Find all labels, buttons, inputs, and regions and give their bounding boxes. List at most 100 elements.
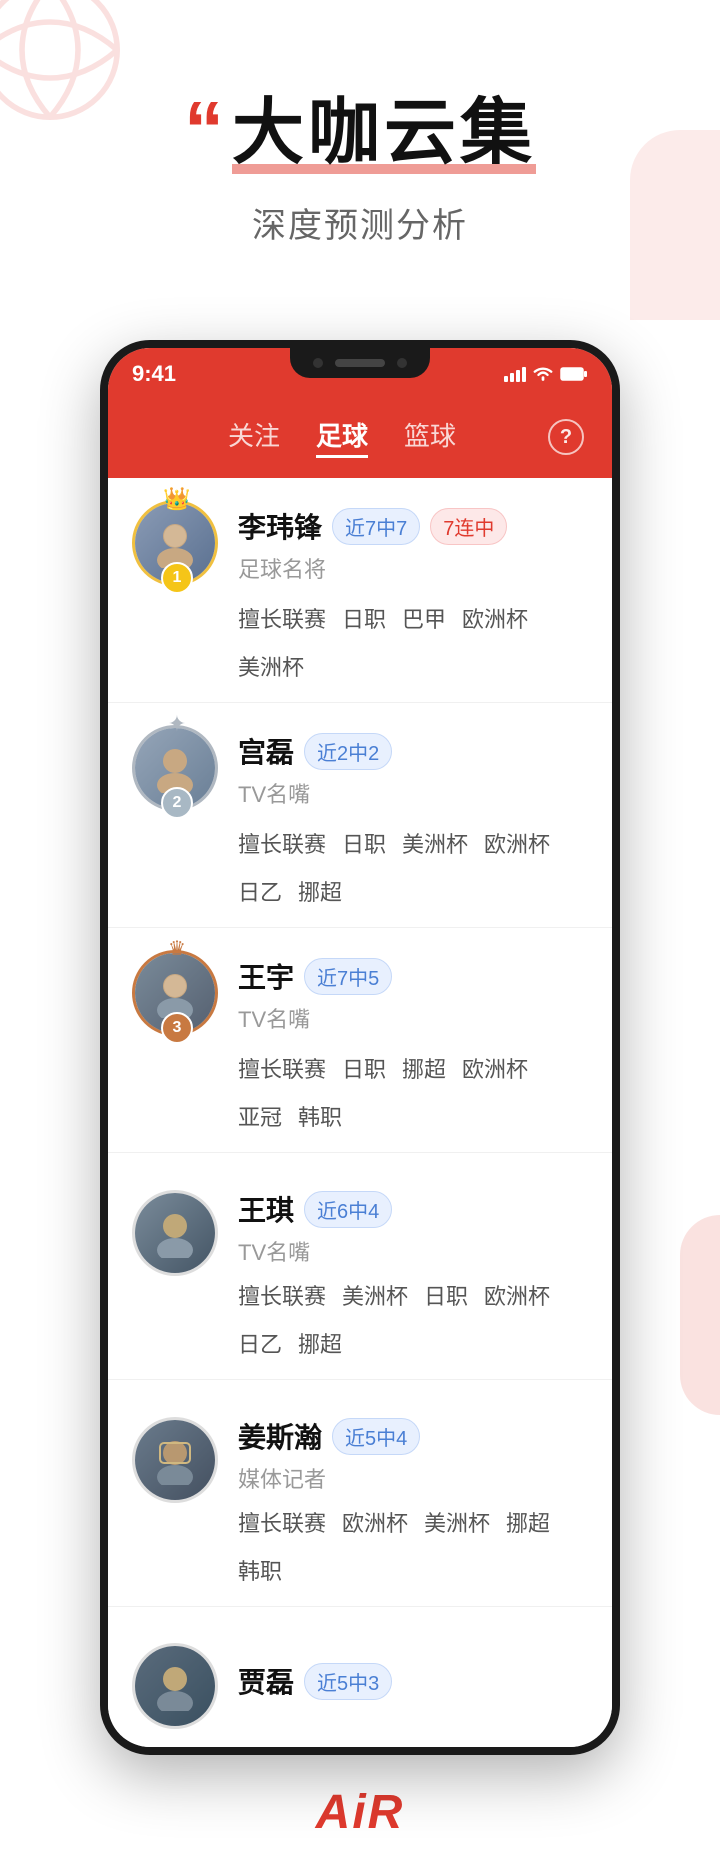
expert-info: 王宇 近7中5 TV名嘴 [238, 956, 588, 1034]
tab-follow[interactable]: 关注 [228, 416, 280, 458]
help-button[interactable]: ? [548, 419, 584, 455]
league-tag: 欧洲杯 [484, 827, 550, 859]
crown-icon: ✦ [168, 711, 186, 737]
league-tag: 日职 [342, 602, 386, 634]
tab-football[interactable]: 足球 [316, 416, 368, 458]
expert-top-row: 王琪 近6中4 TV名嘴 [132, 1175, 588, 1267]
stat-tag: 近6中4 [304, 1191, 392, 1228]
avatar-wrapper [132, 1629, 222, 1719]
expert-item[interactable]: 👑 1 [108, 478, 612, 703]
league-tag: 欧洲杯 [342, 1506, 408, 1538]
expert-name: 姜斯瀚 [238, 1416, 322, 1456]
league-tag: 日乙 [238, 1327, 282, 1359]
tab-basketball[interactable]: 篮球 [404, 416, 456, 458]
expert-name: 宫磊 [238, 731, 294, 771]
expert-leagues: 擅长联赛 欧洲杯 美洲杯 挪超 韩职 [132, 1506, 588, 1586]
status-time: 9:41 [132, 361, 176, 387]
league-tag: 擅长联赛 [238, 1506, 326, 1538]
quote-mark: “ [184, 90, 224, 170]
expert-item[interactable]: ♛ 3 [108, 928, 612, 1153]
expert-name-row: 贾磊 近5中3 [238, 1661, 588, 1701]
expert-role: TV名嘴 [238, 777, 588, 809]
expert-role: TV名嘴 [238, 1235, 588, 1267]
avatar [132, 1190, 218, 1276]
league-tag: 擅长联赛 [238, 827, 326, 859]
league-tag: 擅长联赛 [238, 602, 326, 634]
notch-dot-2 [397, 358, 407, 368]
league-tag: 美洲杯 [402, 827, 468, 859]
expert-info: 贾磊 近5中3 [238, 1647, 588, 1701]
stat-tag: 近2中2 [304, 733, 392, 770]
league-tag: 美洲杯 [238, 650, 304, 682]
league-tag: 巴甲 [402, 602, 446, 634]
expert-name: 王琪 [238, 1189, 294, 1229]
expert-leagues: 擅长联赛 日职 美洲杯 欧洲杯 日乙 挪超 [132, 827, 588, 907]
avatar-wrapper: ♛ 3 [132, 950, 222, 1040]
signal-icon [504, 366, 526, 382]
stat-tag: 近7中7 [332, 508, 420, 545]
league-tag: 美洲杯 [424, 1506, 490, 1538]
expert-top-row: ♛ 3 [132, 950, 588, 1040]
crown-icon: ♛ [168, 936, 186, 961]
expert-info: 王琪 近6中4 TV名嘴 [238, 1175, 588, 1267]
rank-badge: 3 [161, 1012, 193, 1044]
battery-icon [560, 366, 588, 382]
expert-item[interactable]: ✦ 2 宫磊 [108, 703, 612, 928]
expert-name-row: 李玮锋 近7中7 7连中 [238, 506, 588, 546]
notch [290, 348, 430, 378]
rank-badge: 1 [161, 562, 193, 594]
hero-title: 大咖云集 [232, 93, 536, 173]
expert-name: 李玮锋 [238, 506, 322, 546]
app-header: 关注 足球 篮球 ? [108, 400, 612, 478]
expert-name-row: 宫磊 近2中2 [238, 731, 588, 771]
league-tag: 韩职 [298, 1100, 342, 1132]
wifi-icon [532, 366, 554, 382]
phone-frame: 9:41 [100, 340, 620, 1755]
league-tag: 日职 [424, 1279, 468, 1311]
league-tag: 擅长联赛 [238, 1279, 326, 1311]
hero-subtitle: 深度预测分析 [252, 198, 468, 247]
expert-info: 李玮锋 近7中7 7连中 足球名将 [238, 506, 588, 584]
expert-item[interactable]: 贾磊 近5中3 [108, 1607, 612, 1727]
hero-section: “ 大咖云集 深度预测分析 [0, 0, 720, 320]
avatar [132, 1417, 218, 1503]
league-tag: 挪超 [506, 1506, 550, 1538]
league-tag: 挪超 [402, 1052, 446, 1084]
status-bar: 9:41 [108, 348, 612, 400]
expert-name-row: 姜斯瀚 近5中4 [238, 1416, 588, 1456]
expert-item[interactable]: 姜斯瀚 近5中4 媒体记者 擅长联赛 欧洲杯 美洲杯 挪超 韩职 [108, 1380, 612, 1607]
expert-leagues: 擅长联赛 美洲杯 日职 欧洲杯 日乙 挪超 [132, 1279, 588, 1359]
league-tag: 亚冠 [238, 1100, 282, 1132]
league-tag: 日职 [342, 827, 386, 859]
rank-badge: 2 [161, 787, 193, 819]
streak-tag: 7连中 [430, 508, 507, 545]
avatar-wrapper: ✦ 2 [132, 725, 222, 815]
notch-dot-1 [313, 358, 323, 368]
league-tag: 欧洲杯 [484, 1279, 550, 1311]
nav-tabs[interactable]: 关注 足球 篮球 [136, 416, 548, 458]
avatar-wrapper: 👑 1 [132, 500, 222, 590]
phone-mockup: 9:41 [0, 320, 720, 1815]
expert-top-row: 贾磊 近5中3 [132, 1629, 588, 1719]
expert-top-row: 👑 1 [132, 500, 588, 590]
red-decoration [680, 1215, 720, 1415]
avatar-wrapper [132, 1176, 222, 1266]
notch-speaker [335, 359, 385, 367]
league-tag: 挪超 [298, 1327, 342, 1359]
stat-tag: 近7中5 [304, 958, 392, 995]
stat-tag: 近5中4 [332, 1418, 420, 1455]
expert-name-row: 王宇 近7中5 [238, 956, 588, 996]
avatar-wrapper [132, 1403, 222, 1493]
expert-role: TV名嘴 [238, 1002, 588, 1034]
league-tag: 擅长联赛 [238, 1052, 326, 1084]
expert-list: 👑 1 [108, 478, 612, 1747]
expert-item[interactable]: 王琪 近6中4 TV名嘴 擅长联赛 美洲杯 日职 欧洲杯 日乙 挪超 [108, 1153, 612, 1380]
expert-info: 宫磊 近2中2 TV名嘴 [238, 731, 588, 809]
expert-name: 王宇 [238, 956, 294, 996]
expert-name-row: 王琪 近6中4 [238, 1189, 588, 1229]
expert-leagues: 擅长联赛 日职 巴甲 欧洲杯 美洲杯 [132, 602, 588, 682]
basketball-icon [0, 0, 120, 120]
expert-info: 姜斯瀚 近5中4 媒体记者 [238, 1402, 588, 1494]
expert-name: 贾磊 [238, 1661, 294, 1701]
league-tag: 挪超 [298, 875, 342, 907]
